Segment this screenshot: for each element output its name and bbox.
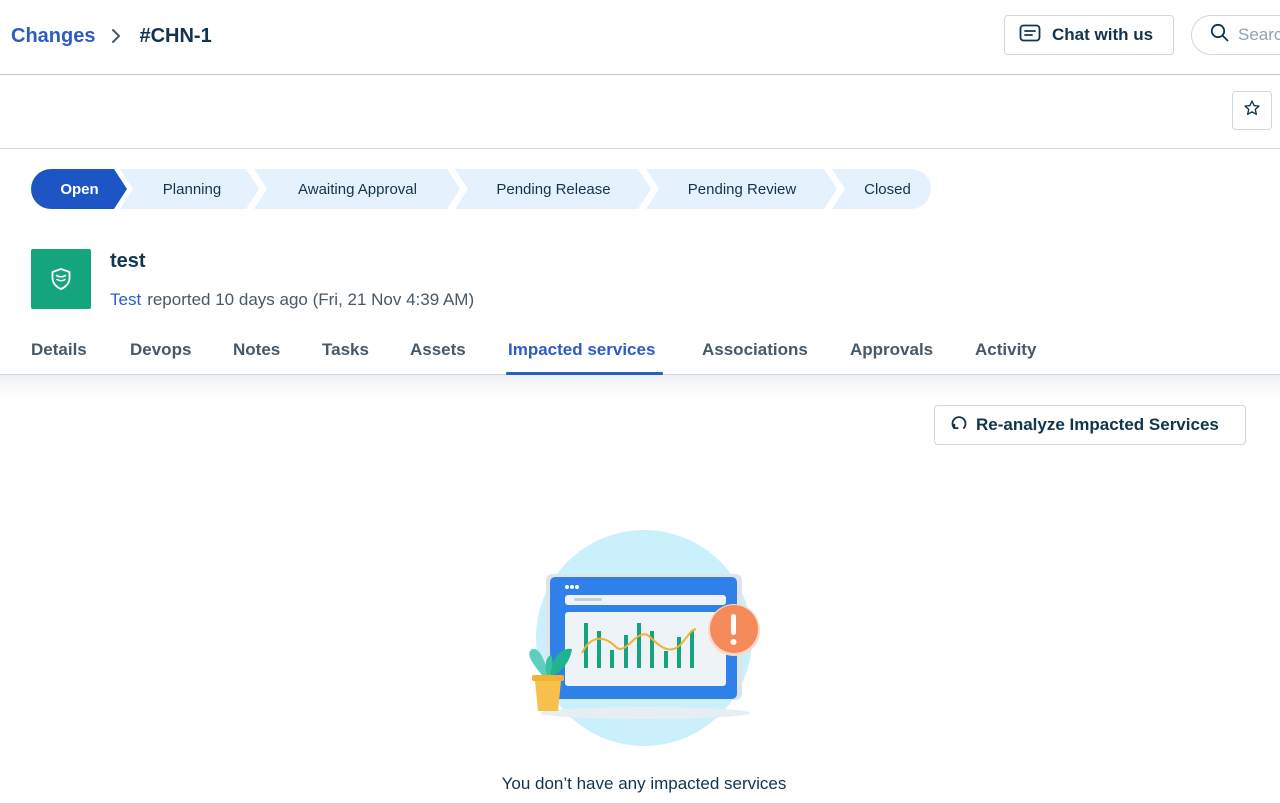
chat-with-us-label: Chat with us xyxy=(1052,25,1154,44)
chat-with-us-button[interactable]: Chat with us xyxy=(1004,15,1174,55)
tab-associations[interactable]: Associations xyxy=(702,340,808,360)
tab-assets[interactable]: Assets xyxy=(410,340,466,360)
stage-planning-label: Planning xyxy=(162,180,222,198)
stage-awaiting-approval[interactable]: Awaiting Approval xyxy=(254,169,461,209)
reanalyze-label: Re-analyze Impacted Services xyxy=(976,415,1219,434)
reporter-link[interactable]: Test xyxy=(110,290,141,309)
tab-devops[interactable]: Devops xyxy=(130,340,191,360)
tab-activity[interactable]: Activity xyxy=(975,340,1036,360)
stage-pending-review-label: Pending Review xyxy=(687,180,797,198)
refresh-icon xyxy=(950,414,968,437)
stage-open[interactable]: Open xyxy=(31,169,128,209)
stage-closed[interactable]: Closed xyxy=(832,169,931,209)
search-input[interactable] xyxy=(1238,25,1280,45)
stage-awaiting-approval-label: Awaiting Approval xyxy=(298,180,417,198)
stage-open-label: Open xyxy=(60,180,99,198)
tab-tasks[interactable]: Tasks xyxy=(322,340,369,360)
tab-notes[interactable]: Notes xyxy=(233,340,280,360)
tab-impacted-services[interactable]: Impacted services xyxy=(508,340,655,360)
detail-tabs: Details Devops Notes Tasks Assets Impact… xyxy=(0,326,1280,375)
reanalyze-impacted-services-button[interactable]: Re-analyze Impacted Services xyxy=(934,405,1246,445)
breadcrumb: Changes #CHN-1 xyxy=(11,22,212,50)
action-bar xyxy=(0,75,1280,149)
favorite-button[interactable] xyxy=(1232,91,1272,130)
stage-closed-label: Closed xyxy=(864,180,911,198)
ticket-meta: Test reported 10 days ago (Fri, 21 Nov 4:… xyxy=(110,290,474,310)
stage-pending-release[interactable]: Pending Release xyxy=(455,169,652,209)
empty-state-message: You don’t have any impacted services xyxy=(501,774,787,793)
breadcrumb-changes-link[interactable]: Changes xyxy=(11,25,95,48)
reported-time: reported 10 days ago (Fri, 21 Nov 4:39 A… xyxy=(147,290,475,309)
top-header: Changes #CHN-1 Chat with us xyxy=(0,0,1280,75)
ticket-title: test xyxy=(110,250,146,272)
star-icon xyxy=(1243,99,1261,122)
breadcrumb-current: #CHN-1 xyxy=(139,24,212,47)
stage-pending-release-label: Pending Release xyxy=(496,180,611,198)
tab-approvals[interactable]: Approvals xyxy=(850,340,933,360)
chevron-right-icon xyxy=(111,28,121,44)
chat-icon xyxy=(1019,24,1041,47)
search-field[interactable] xyxy=(1191,15,1280,55)
tabs-shadow xyxy=(0,375,1280,399)
stage-planning[interactable]: Planning xyxy=(120,169,260,209)
tab-details[interactable]: Details xyxy=(31,340,87,360)
search-icon xyxy=(1210,23,1229,47)
stage-pending-review[interactable]: Pending Review xyxy=(646,169,838,209)
change-shield-icon xyxy=(31,249,91,309)
empty-state-illustration xyxy=(520,525,770,750)
